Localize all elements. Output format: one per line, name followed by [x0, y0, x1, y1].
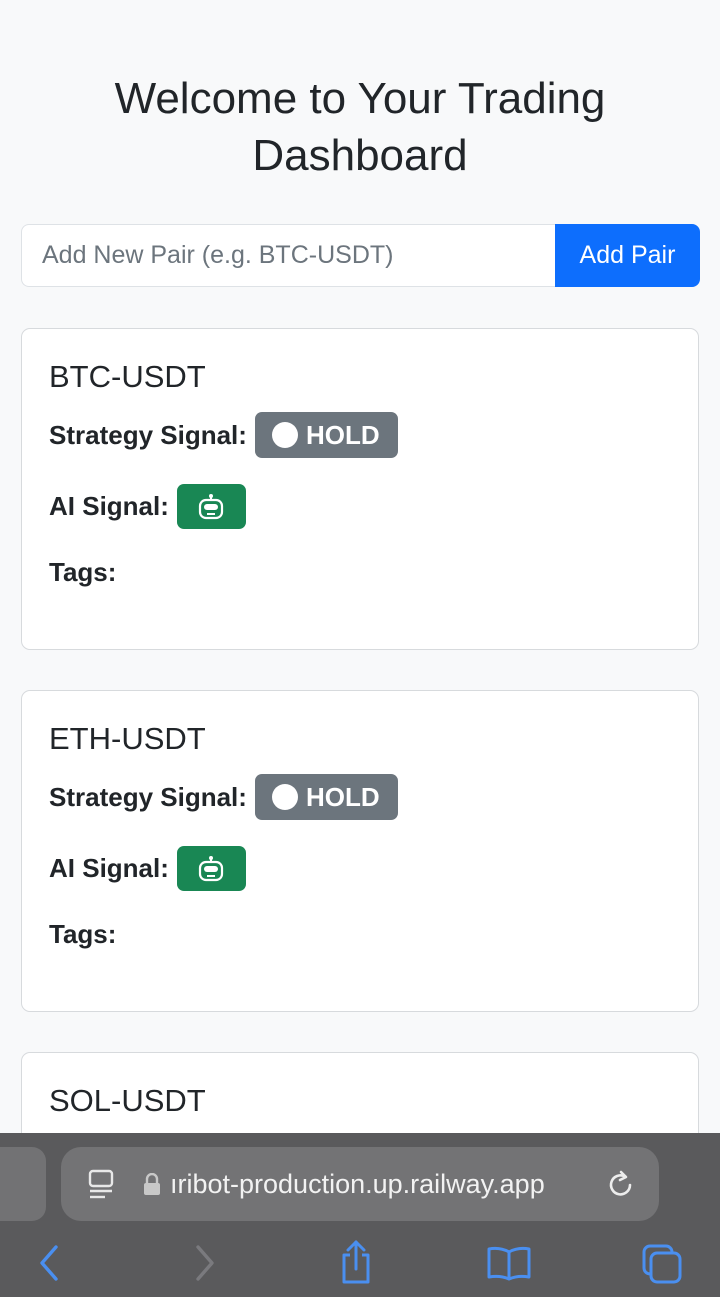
address-bar[interactable]: ıribot-production.up.railway.app — [61, 1147, 659, 1221]
pair-card: ETH-USDT Strategy Signal: HOLD AI Signal… — [21, 690, 699, 1012]
ai-signal-label: AI Signal: — [49, 491, 169, 521]
share-icon[interactable] — [338, 1239, 374, 1285]
ai-signal-row: AI Signal: — [49, 484, 671, 529]
strategy-signal-label: Strategy Signal: — [49, 781, 247, 812]
previous-tab-preview[interactable] — [0, 1147, 46, 1221]
pair-card: BTC-USDT Strategy Signal: HOLD AI Signal… — [21, 328, 699, 650]
browser-toolbar: ıribot-production.up.railway.app — [0, 1133, 720, 1297]
reload-icon[interactable] — [607, 1169, 635, 1199]
ai-signal-badge — [176, 484, 246, 529]
tabs-icon[interactable] — [640, 1243, 684, 1285]
tags-row: Tags: — [49, 555, 671, 589]
strategy-signal-value: HOLD — [305, 419, 380, 450]
bookmarks-icon[interactable] — [486, 1245, 532, 1281]
pair-name: ETH-USDT — [49, 721, 206, 756]
page-title: Welcome to Your Trading Dashboard — [114, 74, 606, 180]
add-pair-form: Add Pair — [21, 224, 700, 287]
pair-name: BTC-USDT — [49, 359, 206, 394]
circle-icon — [271, 784, 298, 810]
hold-badge: HOLD — [254, 774, 398, 820]
pair-name: SOL-USDT — [49, 1083, 206, 1118]
pair-input[interactable] — [21, 224, 555, 287]
strategy-signal-value: HOLD — [305, 781, 380, 812]
robot-icon — [199, 493, 224, 519]
strategy-signal-row: Strategy Signal: HOLD — [49, 774, 671, 820]
url-text: ıribot-production.up.railway.app — [170, 1168, 545, 1199]
reader-icon[interactable] — [88, 1169, 114, 1199]
circle-icon — [271, 422, 298, 448]
forward-icon[interactable] — [192, 1243, 218, 1283]
add-pair-button[interactable]: Add Pair — [555, 224, 700, 287]
back-icon[interactable] — [36, 1243, 62, 1283]
strategy-signal-row: Strategy Signal: HOLD — [49, 412, 671, 458]
strategy-signal-label: Strategy Signal: — [49, 419, 247, 450]
lock-icon — [144, 1173, 160, 1195]
tags-row: Tags: — [49, 917, 671, 951]
hold-badge: HOLD — [254, 412, 398, 458]
tags-label: Tags: — [49, 556, 117, 587]
ai-signal-label: AI Signal: — [49, 853, 169, 883]
ai-signal-row: AI Signal: — [49, 846, 671, 891]
robot-icon — [199, 855, 224, 881]
ai-signal-badge — [176, 846, 246, 891]
tags-label: Tags: — [49, 918, 117, 949]
